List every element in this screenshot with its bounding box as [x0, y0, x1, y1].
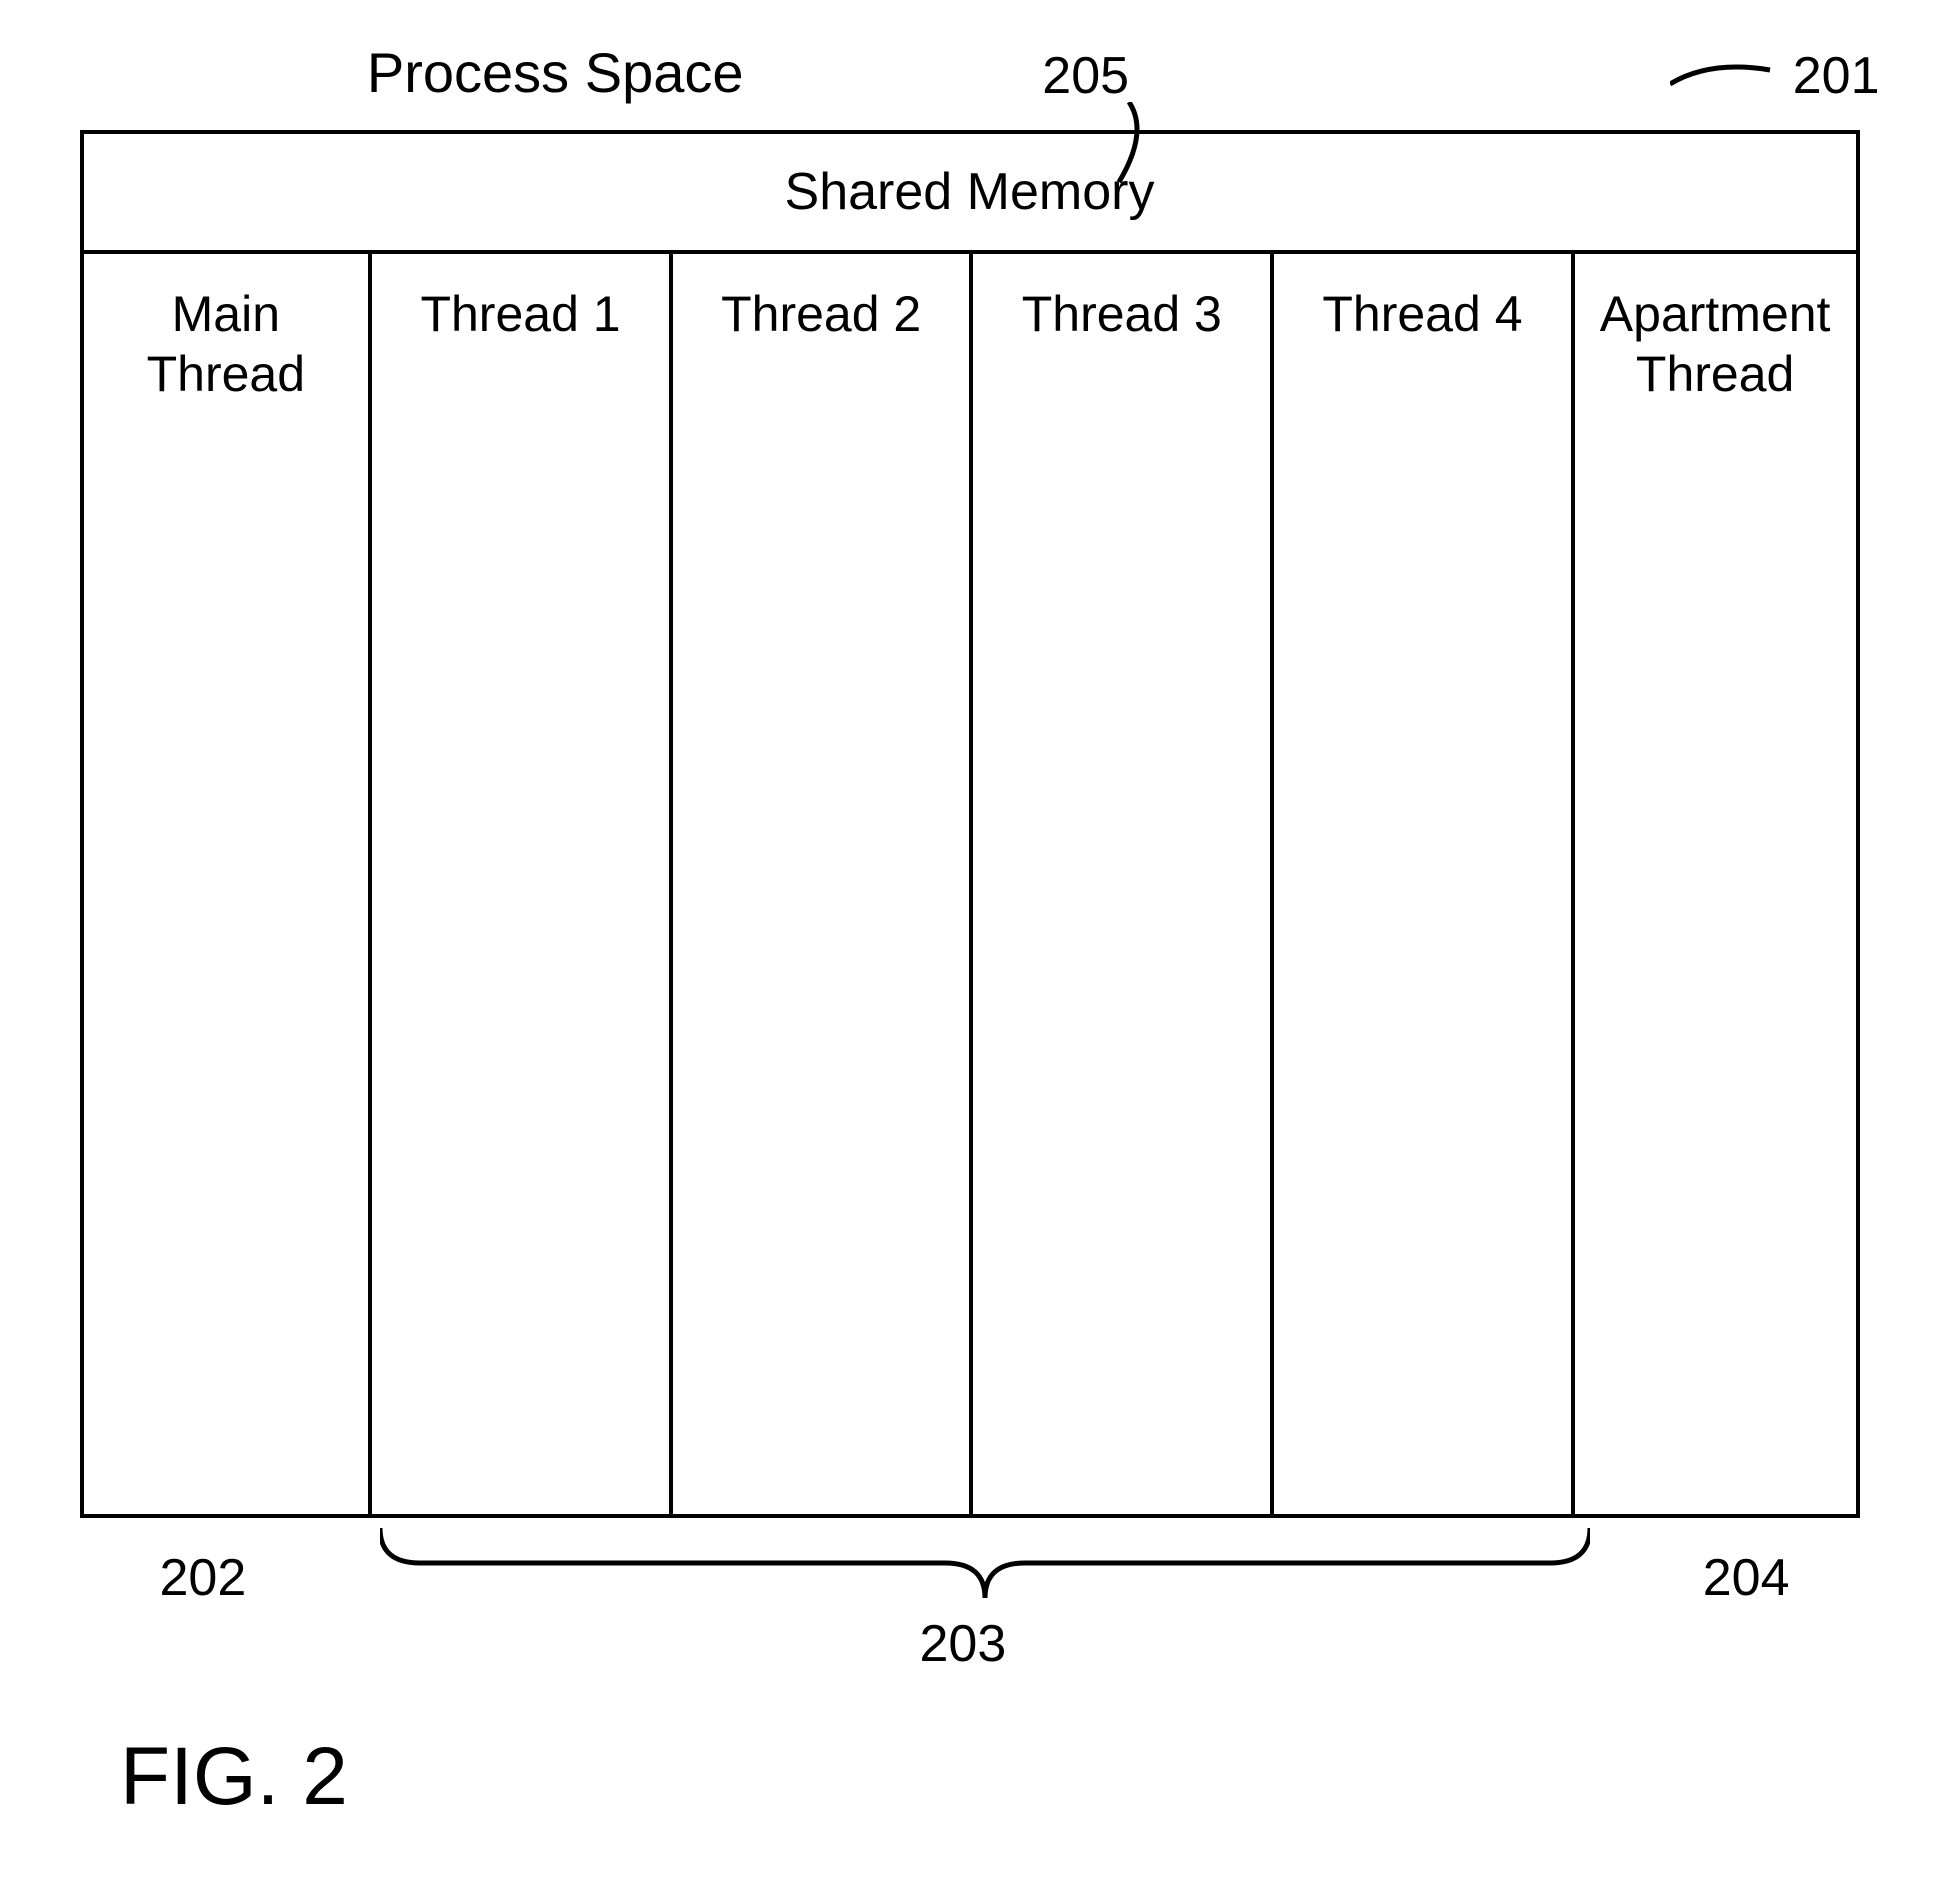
process-space-diagram: Process Space 205 201 Shared Memory Main…: [60, 40, 1880, 1718]
leader-line-205: [1079, 102, 1169, 192]
ref-202-label: 202: [160, 1548, 247, 1608]
leader-line-201: [1670, 54, 1790, 94]
diagram-title: Process Space: [367, 40, 744, 105]
brace-203-icon: [380, 1528, 1590, 1608]
thread-1-label: Thread 1: [420, 286, 620, 342]
threads-row: MainThread Thread 1 Thread 2 Thread 3 Th…: [84, 254, 1856, 1514]
ref-201-label: 201: [1793, 46, 1880, 106]
main-thread-cell: MainThread: [84, 254, 373, 1514]
ref-205-label: 205: [1042, 46, 1129, 106]
apartment-thread-label: ApartmentThread: [1600, 286, 1831, 402]
figure-caption: FIG. 2: [120, 1730, 348, 1824]
main-thread-label: MainThread: [147, 286, 305, 402]
shared-memory-region: Shared Memory: [84, 134, 1856, 254]
thread-3-label: Thread 3: [1022, 286, 1222, 342]
thread-4-cell: Thread 4: [1274, 254, 1575, 1514]
ref-204-label: 204: [1703, 1548, 1790, 1608]
thread-2-label: Thread 2: [721, 286, 921, 342]
apartment-thread-cell: ApartmentThread: [1575, 254, 1856, 1514]
title-row: Process Space 205 201: [60, 40, 1880, 120]
thread-1-cell: Thread 1: [372, 254, 673, 1514]
thread-3-cell: Thread 3: [973, 254, 1274, 1514]
process-space-box: Shared Memory MainThread Thread 1 Thread…: [80, 130, 1860, 1518]
thread-4-label: Thread 4: [1322, 286, 1522, 342]
bottom-labels: 202 204 203: [60, 1538, 1880, 1718]
ref-203-label: 203: [920, 1614, 1007, 1674]
thread-2-cell: Thread 2: [673, 254, 974, 1514]
